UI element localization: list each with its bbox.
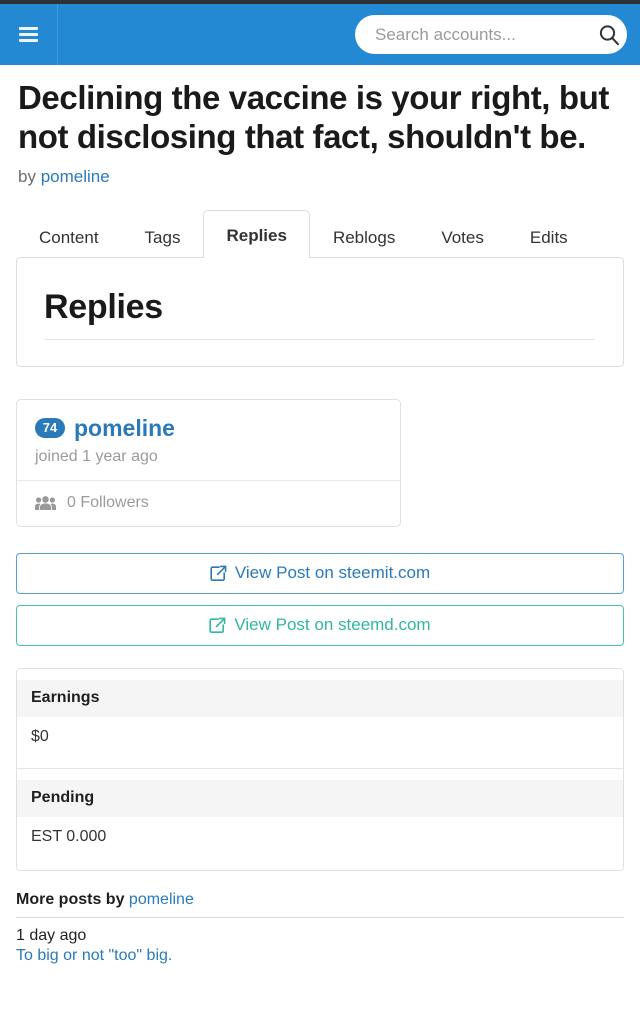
external-link-icon <box>209 617 226 634</box>
earnings-value: $0 <box>17 716 623 769</box>
search-input[interactable] <box>373 23 598 46</box>
list-item: 1 day ago To big or not "too" big. <box>16 918 624 965</box>
pending-value: EST 0.000 <box>17 816 623 870</box>
tab-content[interactable]: Content <box>16 215 122 258</box>
menu-button[interactable] <box>0 4 58 65</box>
earnings-table: Earnings $0 Pending EST 0.000 <box>16 667 624 871</box>
reputation-badge: 74 <box>35 418 65 439</box>
earnings-header: Earnings <box>17 679 623 717</box>
more-posts-author-link[interactable]: pomeline <box>129 891 194 908</box>
author-card: 74 pomeline joined 1 year ago 0 Follower… <box>16 398 401 527</box>
view-post-steemd-button[interactable]: View Post on steemd.com <box>16 604 624 646</box>
post-title-link[interactable]: To big or not "too" big. <box>16 947 624 965</box>
tab-replies[interactable]: Replies <box>203 209 310 258</box>
author-card-body: 74 pomeline joined 1 year ago <box>17 400 400 480</box>
byline-prefix: by <box>18 166 36 186</box>
view-post-steemit-button[interactable]: View Post on steemit.com <box>16 552 624 594</box>
followers-count: 0 Followers <box>67 493 149 511</box>
more-posts-title-prefix: More posts by <box>16 890 125 908</box>
page-title: Declining the vaccine is your right, but… <box>18 79 609 155</box>
more-posts-section: More posts by pomeline 1 day ago To big … <box>16 891 624 965</box>
pending-header: Pending <box>17 779 623 817</box>
replies-panel: Replies <box>16 256 624 367</box>
byline: by pomeline <box>18 167 624 187</box>
search-box[interactable] <box>355 15 627 54</box>
view-post-steemd-label: View Post on steemd.com <box>234 615 431 635</box>
byline-author-link[interactable]: pomeline <box>41 167 110 186</box>
hamburger-icon[interactable] <box>19 27 38 42</box>
navbar <box>0 4 640 65</box>
panel-heading: Replies <box>44 287 163 326</box>
tab-votes[interactable]: Votes <box>418 215 507 258</box>
table-top-spacer <box>17 668 623 680</box>
followers-row: 0 Followers <box>17 479 400 526</box>
table-mid-spacer <box>17 768 623 780</box>
users-icon <box>35 495 56 511</box>
more-posts-title: More posts by pomeline <box>16 891 624 909</box>
search-icon[interactable] <box>598 24 620 46</box>
tab-tags[interactable]: Tags <box>122 215 204 258</box>
joined-text: joined 1 year ago <box>35 447 158 465</box>
panel-divider <box>44 338 595 340</box>
author-name-link[interactable]: pomeline <box>74 415 175 442</box>
author-line: 74 pomeline <box>35 415 382 442</box>
view-post-steemit-label: View Post on steemit.com <box>234 563 431 583</box>
external-link-icon <box>210 565 227 582</box>
tab-reblogs[interactable]: Reblogs <box>310 215 418 258</box>
page-content: Declining the vaccine is your right, but… <box>0 79 640 965</box>
tab-edits[interactable]: Edits <box>507 215 591 258</box>
post-date: 1 day ago <box>16 926 87 944</box>
tab-bar: Content Tags Replies Reblogs Votes Edits <box>16 209 624 258</box>
